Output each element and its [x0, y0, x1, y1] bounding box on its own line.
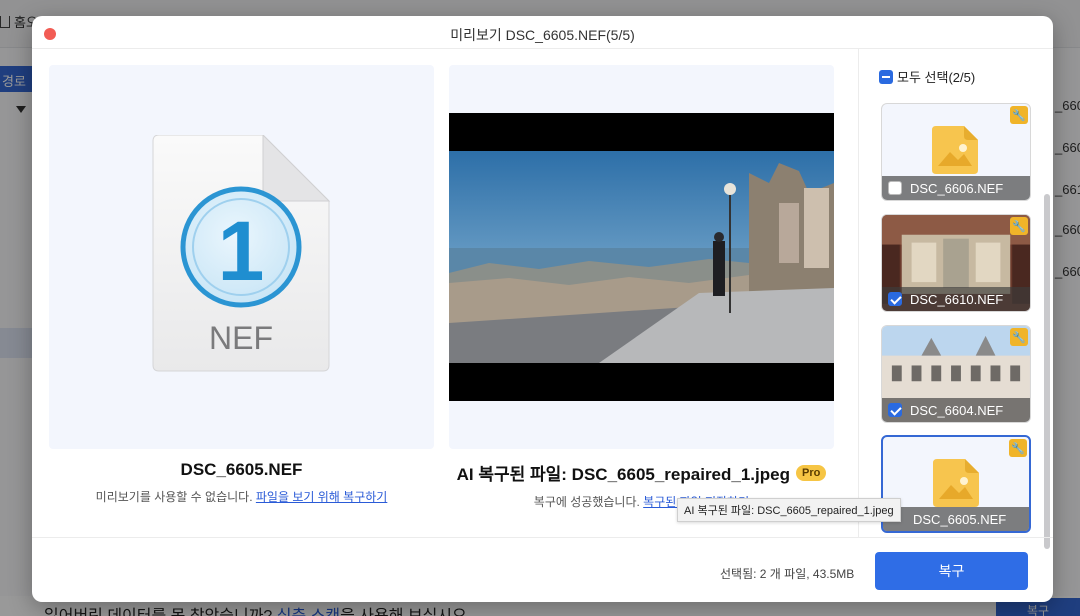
image-placeholder-icon [933, 459, 979, 507]
wrench-icon: 🔧 [1010, 106, 1028, 124]
repaired-preview-panel [449, 65, 834, 449]
original-filename: DSC_6605.NEF [180, 460, 303, 479]
select-all-label: 모두 선택(2/5) [897, 70, 976, 85]
thumbnail-label-bar: DSC_6606.NEF [882, 176, 1030, 200]
nef-icon-number: 1 [218, 204, 265, 298]
thumbnail-label-bar: DSC_6604.NEF [882, 398, 1030, 422]
repaired-filename: AI 복구된 파일: DSC_6605_repaired_1.jpeg [456, 465, 790, 484]
nef-icon-extension: NEF [209, 320, 273, 356]
original-message: 미리보기를 사용할 수 없습니다. 파일을 보기 위해 복구하기 [49, 488, 434, 505]
wrench-icon: 🔧 [1010, 217, 1028, 235]
dialog-title: 미리보기 DSC_6605.NEF(5/5) [450, 27, 635, 43]
preview-dialog: 미리보기 DSC_6605.NEF(5/5) 1 NEF DSC_6605.NE… [32, 16, 1053, 602]
thumbnail-sidebar: 모두 선택(2/5) 🔧 DSC_6606.NEF 🔧 DSC_6610.NEF… [858, 49, 1053, 549]
close-button[interactable] [44, 28, 56, 40]
thumbnail-name: DSC_6604.NEF [910, 402, 1004, 418]
thumbnail-name: DSC_6610.NEF [910, 291, 1004, 307]
thumbnail-item[interactable]: 🔧 DSC_6610.NEF [881, 214, 1031, 312]
thumbnail-name: DSC_6606.NEF [910, 180, 1004, 196]
preview-unavailable-text: 미리보기를 사용할 수 없습니다. [95, 490, 253, 504]
selection-summary: 선택됨: 2 개 파일, 43.5MB [720, 567, 855, 581]
original-caption: DSC_6605.NEF 미리보기를 사용할 수 없습니다. 파일을 보기 위해… [49, 460, 434, 505]
pro-badge: Pro [795, 464, 827, 481]
sidebar-scrollbar[interactable] [1044, 194, 1050, 549]
recover-button[interactable]: 복구 [875, 552, 1028, 590]
repaired-file-tooltip: AI 복구된 파일: DSC_6605_repaired_1.jpeg [677, 498, 901, 522]
thumbnail-item-active[interactable]: 🔧 DSC_6605.NEF [881, 435, 1031, 533]
original-preview-panel: 1 NEF [49, 65, 434, 449]
thumbnail-checkbox[interactable] [888, 181, 902, 195]
thumbnail-checkbox[interactable] [888, 403, 902, 417]
thumbnail-label-bar: DSC_6610.NEF [882, 287, 1030, 311]
thumbnail-checkbox[interactable] [888, 292, 902, 306]
select-all-checkbox[interactable]: 모두 선택(2/5) [879, 67, 975, 86]
recover-to-view-link[interactable]: 파일을 보기 위해 복구하기 [256, 490, 387, 504]
thumbnail-label-bar: DSC_6605.NEF [883, 507, 1029, 531]
wrench-icon: 🔧 [1009, 439, 1027, 457]
nef-file-icon: 1 NEF [152, 135, 331, 372]
thumbnail-item[interactable]: 🔧 DSC_6604.NEF [881, 325, 1031, 423]
repaired-title: AI 복구된 파일: DSC_6605_repaired_1.jpeg Pro [457, 460, 827, 485]
indeterminate-checkbox-icon[interactable] [879, 69, 893, 84]
repaired-photo [449, 113, 834, 401]
wrench-icon: 🔧 [1010, 328, 1028, 346]
thumbnail-name: DSC_6605.NEF [913, 511, 1007, 527]
image-placeholder-icon [932, 126, 978, 174]
dialog-footer: 선택됨: 2 개 파일, 43.5MB 복구 [32, 537, 1053, 602]
repair-success-text: 복구에 성공했습니다. [533, 495, 640, 509]
thumbnail-item[interactable]: 🔧 DSC_6606.NEF [881, 103, 1031, 201]
dialog-titlebar: 미리보기 DSC_6605.NEF(5/5) [32, 16, 1053, 49]
